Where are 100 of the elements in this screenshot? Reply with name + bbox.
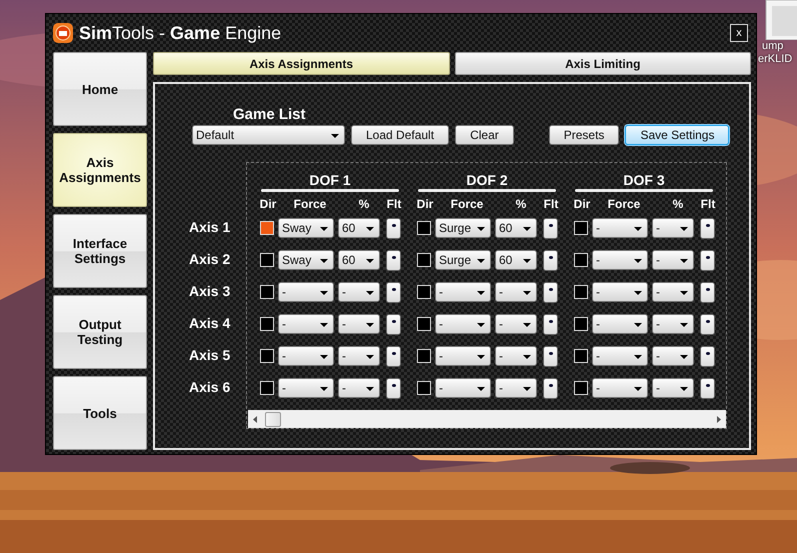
dot-button[interactable] [386,218,401,238]
dot-button[interactable] [700,378,715,398]
push-button[interactable]: Clear [455,125,514,145]
percent-dropdown[interactable]: - [495,314,537,334]
percent-dropdown[interactable]: - [652,314,694,334]
force-dropdown[interactable]: Surge [435,218,491,238]
dot-button[interactable] [386,378,401,398]
push-button[interactable]: Load Default [351,125,450,145]
checkbox[interactable] [417,381,431,395]
dot-button[interactable] [543,282,558,302]
caret-icon [366,323,374,327]
sidebar-button[interactable]: Output Testing [53,295,147,369]
force-dropdown[interactable]: - [435,282,491,302]
percent-dropdown[interactable]: - [652,250,694,270]
dot-button[interactable] [700,314,715,334]
percent-dropdown[interactable]: 60 [338,250,380,270]
force-dropdown[interactable]: - [592,378,648,398]
sidebar-button[interactable]: Tools [53,376,147,450]
checkbox[interactable] [574,285,588,299]
caret-icon [366,355,374,359]
scroll-right-icon[interactable] [717,416,721,422]
percent-dropdown[interactable]: - [338,378,380,398]
dot-button[interactable] [543,378,558,398]
caret-icon [634,387,642,391]
dot-button[interactable] [543,250,558,270]
force-dropdown[interactable]: - [278,282,334,302]
sidebar-button[interactable]: Axis Assignments [53,133,147,207]
force-dropdown[interactable]: - [592,218,648,238]
force-dropdown[interactable]: - [278,378,334,398]
tab[interactable]: Axis Limiting [454,52,751,75]
dot-button[interactable] [700,346,715,366]
force-dropdown[interactable]: - [435,314,491,334]
dot-button[interactable] [386,282,401,302]
dot-button[interactable] [386,250,401,270]
checkbox[interactable] [417,285,431,299]
dot-icon [392,384,396,386]
sidebar-button[interactable]: Home [53,52,147,126]
dot-button[interactable] [700,218,715,238]
percent-dropdown[interactable]: - [652,282,694,302]
dot-button[interactable] [386,314,401,334]
force-dropdown[interactable]: Sway [278,218,334,238]
push-button[interactable]: Save Settings [625,125,730,145]
checkbox[interactable] [417,253,431,267]
percent-dropdown[interactable]: 60 [338,218,380,238]
percent-dropdown[interactable]: 60 [495,250,537,270]
percent-dropdown[interactable]: - [338,282,380,302]
checkbox[interactable] [417,317,431,331]
horizontal-scrollbar[interactable] [248,410,726,428]
dot-button[interactable] [543,314,558,334]
checkbox[interactable] [574,317,588,331]
checkbox[interactable] [260,317,274,331]
dot-button[interactable] [700,282,715,302]
game-dropdown[interactable]: Default [192,125,345,145]
force-dropdown[interactable]: - [592,314,648,334]
checkbox[interactable] [417,349,431,363]
close-button[interactable]: x [730,24,748,42]
scroll-left-icon[interactable] [253,416,257,422]
force-dropdown[interactable]: - [592,346,648,366]
checkbox[interactable] [574,221,588,235]
dot-button[interactable] [386,346,401,366]
tab[interactable]: Axis Assignments [153,52,450,75]
percent-dropdown[interactable]: 60 [495,218,537,238]
dot-button[interactable] [700,250,715,270]
desktop-icon-label[interactable]: ump [762,40,784,53]
percent-dropdown[interactable]: - [338,346,380,366]
percent-dropdown[interactable]: - [652,218,694,238]
desktop-icon-label[interactable]: erKLID [758,53,792,66]
checkbox[interactable] [260,349,274,363]
force-dropdown[interactable]: - [592,250,648,270]
caret-icon [366,227,374,231]
checkbox[interactable] [260,381,274,395]
dot-button[interactable] [543,218,558,238]
force-dropdown[interactable]: - [278,346,334,366]
sidebar-button[interactable]: Interface Settings [53,214,147,288]
force-dropdown[interactable]: - [435,378,491,398]
checkbox[interactable] [574,253,588,267]
percent-dropdown[interactable]: - [338,314,380,334]
checkbox[interactable] [574,381,588,395]
checkbox[interactable] [417,221,431,235]
force-dropdown[interactable]: Sway [278,250,334,270]
checkbox[interactable] [260,221,274,235]
dot-icon [548,256,552,258]
force-dropdown[interactable]: - [435,346,491,366]
checkbox[interactable] [260,253,274,267]
force-dropdown[interactable]: - [278,314,334,334]
force-dropdown[interactable]: - [592,282,648,302]
percent-dropdown[interactable]: - [495,346,537,366]
force-dropdown[interactable]: Surge [435,250,491,270]
scroll-thumb[interactable] [265,412,281,426]
percent-dropdown[interactable]: - [495,282,537,302]
caret-icon [477,323,485,327]
percent-dropdown[interactable]: - [652,346,694,366]
percent-dropdown[interactable]: - [495,378,537,398]
checkbox[interactable] [260,285,274,299]
checkbox[interactable] [574,349,588,363]
dot-button[interactable] [543,346,558,366]
axis-label: Axis 6 [189,379,230,395]
percent-dropdown[interactable]: - [652,378,694,398]
push-button[interactable]: Presets [548,125,620,145]
document-icon[interactable] [764,0,797,40]
